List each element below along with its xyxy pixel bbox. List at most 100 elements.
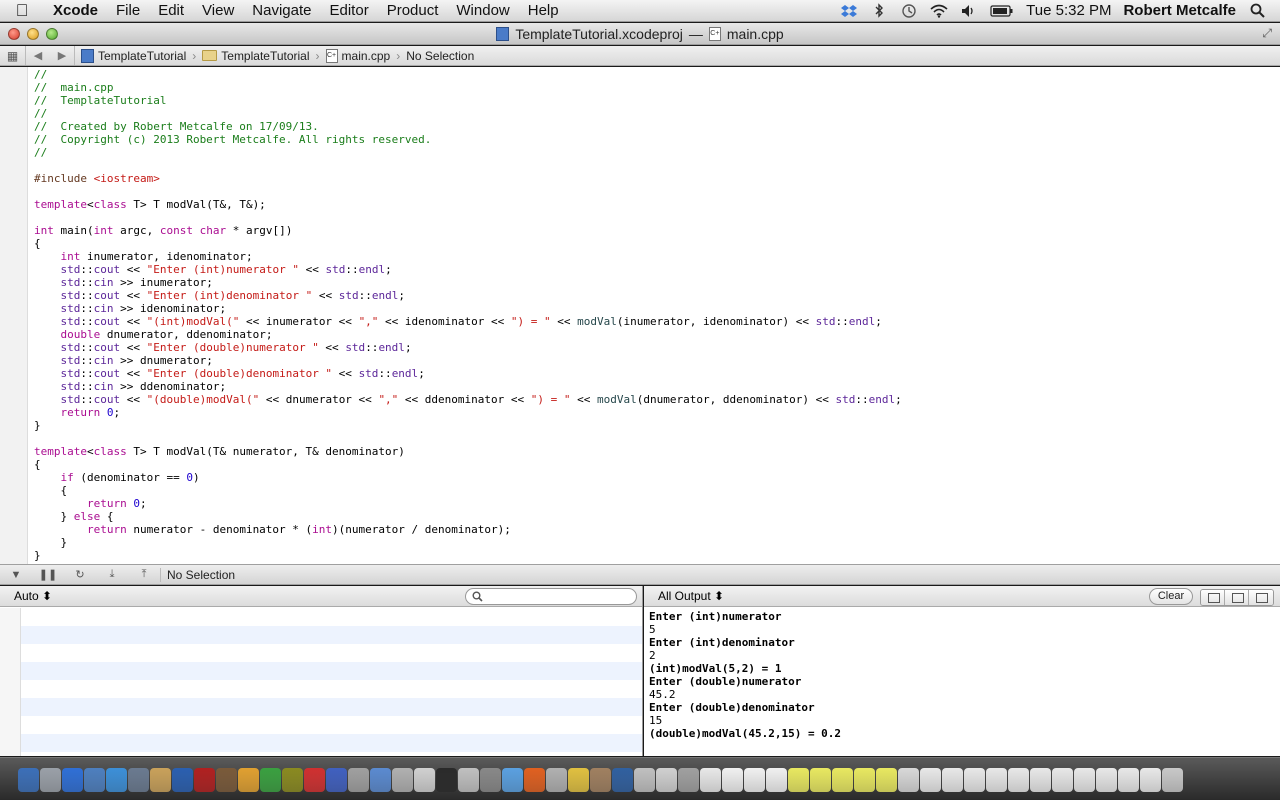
dock-app-icon[interactable]	[502, 768, 523, 792]
dock-app-icon[interactable]	[524, 768, 545, 792]
code-line[interactable]: template<class T> T modVal(T& numerator,…	[34, 445, 902, 458]
dock-app-icon[interactable]	[920, 768, 941, 792]
dock-app-icon[interactable]	[238, 768, 259, 792]
dock-app-icon[interactable]	[568, 768, 589, 792]
dock-app-icon[interactable]	[656, 768, 677, 792]
line-gutter[interactable]	[0, 67, 28, 564]
dock-app-icon[interactable]	[590, 768, 611, 792]
dock-app-icon[interactable]	[392, 768, 413, 792]
fullscreen-icon[interactable]: ⤢	[1262, 26, 1272, 41]
code-line[interactable]: return 0;	[34, 497, 902, 510]
wifi-icon[interactable]	[930, 3, 948, 19]
dock-app-icon[interactable]	[964, 768, 985, 792]
dock-app-icon[interactable]	[62, 768, 83, 792]
list-item[interactable]	[21, 680, 642, 698]
dock-app-icon[interactable]	[282, 768, 303, 792]
minimize-window-button[interactable]	[27, 27, 39, 40]
dock-app-icon[interactable]	[480, 768, 501, 792]
menu-window[interactable]: Window	[447, 2, 518, 19]
code-line[interactable]: {	[34, 237, 902, 250]
show-both-panes-icon[interactable]	[1225, 590, 1249, 605]
code-line[interactable]: std::cout << "Enter (double)denominator …	[34, 367, 902, 380]
dock-app-icon[interactable]	[1030, 768, 1051, 792]
menu-navigate[interactable]: Navigate	[243, 2, 320, 19]
battery-icon[interactable]	[990, 3, 1014, 19]
dock-app-icon[interactable]	[326, 768, 347, 792]
code-line[interactable]: //	[34, 68, 902, 81]
code-line[interactable]: return numerator - denominator * (int)(n…	[34, 523, 902, 536]
code-line[interactable]: template<class T> T modVal(T&, T&);	[34, 198, 902, 211]
code-line[interactable]: std::cout << "Enter (int)numerator " << …	[34, 263, 902, 276]
source-editor[interactable]: //// main.cpp// TemplateTutorial//// Cre…	[0, 67, 1280, 564]
code-line[interactable]: if (denominator == 0)	[34, 471, 902, 484]
dock-app-icon[interactable]	[788, 768, 809, 792]
code-line[interactable]: std::cin >> inumerator;	[34, 276, 902, 289]
breadcrumb-project[interactable]: TemplateTutorial	[81, 48, 186, 63]
menu-help[interactable]: Help	[519, 2, 568, 19]
code-line[interactable]	[34, 211, 902, 224]
menu-edit[interactable]: Edit	[149, 2, 193, 19]
code-line[interactable]: }	[34, 549, 902, 562]
dock-app-icon[interactable]	[1162, 768, 1183, 792]
code-line[interactable]: {	[34, 484, 902, 497]
breadcrumb-file[interactable]: C+ main.cpp	[325, 48, 390, 63]
dock-app-icon[interactable]	[436, 768, 457, 792]
dock-app-icon[interactable]	[150, 768, 171, 792]
code-line[interactable]	[34, 159, 902, 172]
dock-app-icon[interactable]	[766, 768, 787, 792]
dock-app-icon[interactable]	[1118, 768, 1139, 792]
menubar-user[interactable]: Robert Metcalfe	[1123, 2, 1236, 19]
show-variables-only-icon[interactable]	[1201, 590, 1225, 605]
step-into-icon[interactable]: ⤓	[96, 568, 128, 581]
code-line[interactable]: std::cout << "(int)modVal(" << inumerato…	[34, 315, 902, 328]
dock-app-icon[interactable]	[854, 768, 875, 792]
variables-search-input[interactable]	[465, 588, 637, 605]
show-console-only-icon[interactable]	[1249, 590, 1273, 605]
bluetooth-icon[interactable]	[870, 3, 888, 19]
apple-menu-icon[interactable]: 	[0, 1, 44, 21]
code-line[interactable]: double dnumerator, ddenominator;	[34, 328, 902, 341]
dock-app-icon[interactable]	[1008, 768, 1029, 792]
pause-icon[interactable]: ❚❚	[32, 568, 64, 581]
code-line[interactable]	[34, 185, 902, 198]
dock-app-icon[interactable]	[1074, 768, 1095, 792]
dock-app-icon[interactable]	[876, 768, 897, 792]
menubar-clock[interactable]: Tue 5:32 PM	[1026, 2, 1111, 19]
code-line[interactable]: // TemplateTutorial	[34, 94, 902, 107]
dock-app-icon[interactable]	[722, 768, 743, 792]
forward-arrow-icon[interactable]: ▶	[50, 49, 74, 62]
zoom-window-button[interactable]	[46, 27, 58, 40]
dock-app-icon[interactable]	[414, 768, 435, 792]
code-line[interactable]: std::cout << "Enter (double)numerator " …	[34, 341, 902, 354]
code-line[interactable]: int inumerator, idenominator;	[34, 250, 902, 263]
close-window-button[interactable]	[8, 27, 20, 40]
dock-app-icon[interactable]	[458, 768, 479, 792]
dock-app-icon[interactable]	[1052, 768, 1073, 792]
code-line[interactable]: std::cin >> idenominator;	[34, 302, 902, 315]
code-line[interactable]: //	[34, 146, 902, 159]
code-line[interactable]: return 0;	[34, 406, 902, 419]
list-item[interactable]	[21, 644, 642, 662]
list-item[interactable]	[21, 716, 642, 734]
console-output[interactable]: Enter (int)numerator 5 Enter (int)denomina…	[649, 610, 841, 740]
code-line[interactable]: #include <iostream>	[34, 172, 902, 185]
code-line[interactable]	[34, 432, 902, 445]
dock-app-icon[interactable]	[612, 768, 633, 792]
scope-selector[interactable]: Auto ⬍	[14, 589, 52, 603]
dock-app-icon[interactable]	[1096, 768, 1117, 792]
code-line[interactable]: } else {	[34, 510, 902, 523]
spotlight-search-icon[interactable]	[1248, 3, 1266, 19]
dock-app-icon[interactable]	[194, 768, 215, 792]
code-line[interactable]: int main(int argc, const char * argv[])	[34, 224, 902, 237]
menu-view[interactable]: View	[193, 2, 243, 19]
dock-app-icon[interactable]	[942, 768, 963, 792]
step-out-icon[interactable]: ⤒	[128, 568, 160, 581]
dock-app-icon[interactable]	[678, 768, 699, 792]
list-item[interactable]	[21, 698, 642, 716]
dock-app-icon[interactable]	[986, 768, 1007, 792]
back-arrow-icon[interactable]: ◀	[26, 49, 50, 62]
dock-app-icon[interactable]	[304, 768, 325, 792]
dock-app-icon[interactable]	[546, 768, 567, 792]
volume-icon[interactable]	[960, 3, 978, 19]
dock-app-icon[interactable]	[832, 768, 853, 792]
